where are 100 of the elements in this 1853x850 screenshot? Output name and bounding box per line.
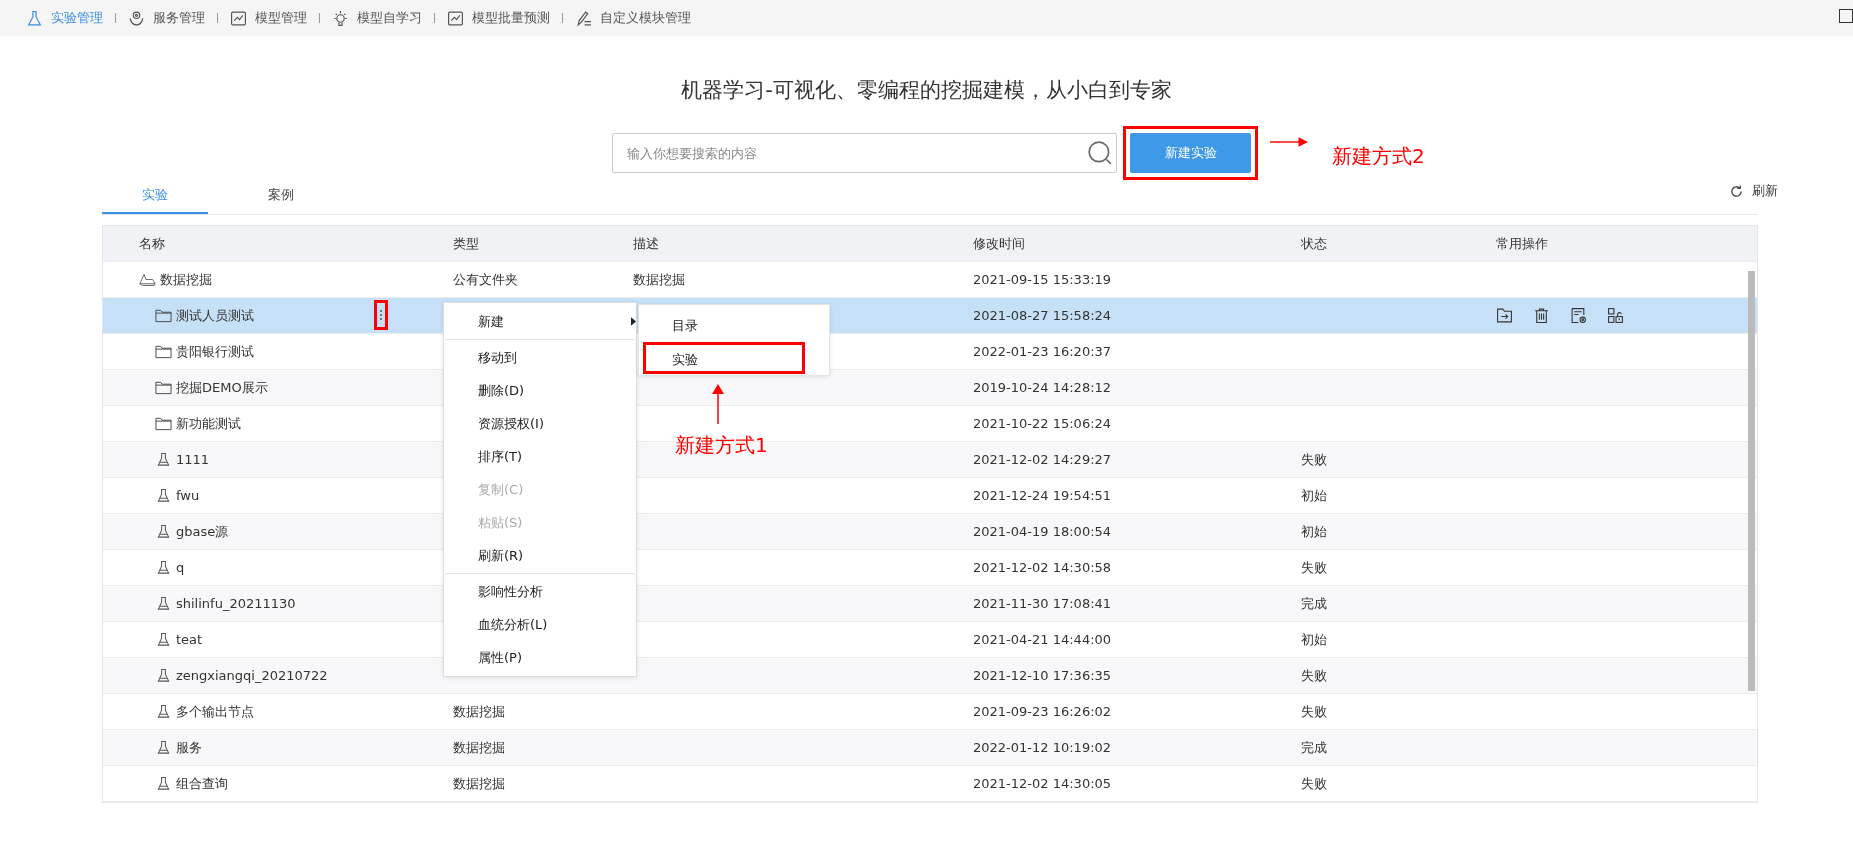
tab[interactable]: 案例 bbox=[228, 182, 334, 214]
status-cell: 初始 bbox=[1301, 523, 1327, 539]
name-cell[interactable]: 1111 bbox=[176, 452, 210, 467]
chart-icon bbox=[447, 9, 464, 27]
name-cell[interactable]: gbase源 bbox=[176, 522, 229, 541]
name-cell[interactable]: 数据挖掘 bbox=[160, 270, 212, 289]
time-cell: 2021-04-21 14:44:00 bbox=[973, 632, 1112, 647]
time-cell: 2021-12-24 19:54:51 bbox=[973, 488, 1112, 503]
flask-icon bbox=[155, 668, 172, 683]
annotation-text: 新建方式1 bbox=[675, 432, 768, 459]
menu-item[interactable]: 刷新(R) bbox=[446, 539, 634, 572]
nav-tab[interactable]: 自定义模块管理 bbox=[569, 9, 697, 27]
bulb-icon bbox=[332, 9, 349, 27]
nav-tab[interactable]: 模型管理 bbox=[224, 9, 313, 27]
column-header: 修改时间 bbox=[973, 234, 1026, 253]
type-cell: 数据挖掘 bbox=[453, 775, 505, 791]
page-headline: 机器学习-可视化、零编程的挖掘建模，从小白到专家 bbox=[680, 77, 1173, 104]
annotation-arrow bbox=[712, 384, 724, 424]
nav-tab[interactable]: 模型批量预测 bbox=[441, 9, 556, 27]
name-cell[interactable]: shilinfu_20211130 bbox=[176, 596, 296, 611]
name-cell[interactable]: teat bbox=[176, 632, 203, 647]
flask-icon bbox=[155, 740, 172, 755]
name-cell[interactable]: 多个输出节点 bbox=[176, 702, 254, 721]
time-cell: 2022-01-23 16:20:37 bbox=[973, 344, 1112, 359]
status-cell: 失败 bbox=[1301, 667, 1327, 683]
time-cell: 2021-10-22 15:06:24 bbox=[973, 416, 1112, 431]
menu-item[interactable]: 新建 bbox=[446, 305, 634, 338]
tab[interactable]: 实验 bbox=[102, 182, 208, 214]
status-cell: 完成 bbox=[1301, 739, 1327, 755]
search-field[interactable]: 输入你想要搜索的内容 bbox=[612, 133, 1117, 173]
column-header: 常用操作 bbox=[1496, 234, 1549, 253]
time-cell: 2021-08-27 15:58:24 bbox=[973, 308, 1112, 323]
type-cell: 数据挖掘 bbox=[453, 703, 505, 719]
name-cell[interactable]: 贵阳银行测试 bbox=[176, 342, 254, 361]
flask-icon bbox=[155, 632, 172, 647]
nav-tab[interactable]: 模型自学习 bbox=[326, 9, 428, 27]
annotation-text: 新建方式2 bbox=[1332, 142, 1425, 170]
move-to-folder-icon[interactable] bbox=[1496, 307, 1513, 324]
flask-icon bbox=[155, 776, 172, 791]
flask-icon bbox=[155, 452, 172, 467]
name-cell[interactable]: 新功能测试 bbox=[176, 414, 241, 433]
column-header: 状态 bbox=[1301, 234, 1328, 253]
annotation-arrow bbox=[1270, 136, 1308, 148]
hand-gear-icon bbox=[128, 9, 145, 27]
time-cell: 2022-01-12 10:19:02 bbox=[973, 740, 1112, 755]
status-cell: 失败 bbox=[1301, 775, 1327, 791]
unlock-icon[interactable] bbox=[1607, 307, 1624, 324]
folder-icon bbox=[155, 380, 172, 395]
flask-icon bbox=[155, 560, 172, 575]
refresh-icon[interactable] bbox=[1729, 183, 1744, 199]
status-cell: 失败 bbox=[1301, 703, 1327, 719]
status-cell: 初始 bbox=[1301, 487, 1327, 503]
submenu-arrow-icon bbox=[631, 317, 636, 326]
time-cell: 2021-09-23 16:26:02 bbox=[973, 704, 1112, 719]
name-cell[interactable]: q bbox=[176, 560, 185, 575]
search-icon[interactable] bbox=[1087, 140, 1113, 166]
status-cell: 失败 bbox=[1301, 559, 1327, 575]
settings-document-icon[interactable] bbox=[1570, 307, 1587, 324]
menu-item[interactable]: 资源授权(I) bbox=[446, 407, 634, 440]
refresh-link[interactable]: 刷新 bbox=[1752, 182, 1778, 200]
menu-item[interactable]: 删除(D) bbox=[446, 374, 634, 407]
trash-icon[interactable] bbox=[1533, 307, 1550, 324]
name-cell[interactable]: 服务 bbox=[176, 738, 202, 757]
flask-icon bbox=[155, 596, 172, 611]
column-header: 描述 bbox=[633, 234, 660, 253]
folder-icon bbox=[155, 308, 172, 323]
name-cell[interactable]: 测试人员测试 bbox=[176, 306, 254, 325]
description-cell: 数据挖掘 bbox=[633, 271, 685, 287]
status-cell: 失败 bbox=[1301, 451, 1327, 467]
vertical-dots-icon bbox=[379, 308, 383, 322]
time-cell: 2021-12-02 14:29:27 bbox=[973, 452, 1112, 467]
folder-icon bbox=[155, 344, 172, 359]
name-cell[interactable]: 挖掘DEMO展示 bbox=[176, 378, 268, 397]
flask-icon bbox=[26, 9, 43, 27]
name-cell[interactable]: 组合查询 bbox=[176, 774, 228, 793]
flask-icon bbox=[155, 488, 172, 503]
column-header: 类型 bbox=[453, 234, 480, 253]
name-cell[interactable]: fwu bbox=[176, 488, 200, 503]
name-cell[interactable]: zengxiangqi_20210722 bbox=[176, 668, 328, 683]
time-cell: 2019-10-24 14:28:12 bbox=[973, 380, 1112, 395]
stacked-layers-icon bbox=[139, 272, 156, 287]
time-cell: 2021-04-19 18:00:54 bbox=[973, 524, 1112, 539]
menu-item[interactable]: 血统分析(L) bbox=[446, 608, 634, 641]
column-header: 名称 bbox=[138, 234, 166, 253]
type-cell: 数据挖掘 bbox=[453, 739, 505, 755]
menu-item[interactable]: 属性(P) bbox=[446, 641, 634, 674]
time-cell: 2021-12-10 17:36:35 bbox=[973, 668, 1112, 683]
menu-item[interactable]: 移动到 bbox=[446, 341, 634, 374]
menu-item[interactable]: 影响性分析 bbox=[446, 575, 634, 608]
more-options-button[interactable] bbox=[374, 300, 388, 330]
type-cell: 公有文件夹 bbox=[453, 271, 518, 287]
time-cell: 2021-09-15 15:33:19 bbox=[973, 272, 1112, 287]
nav-tab[interactable]: 服务管理 bbox=[122, 9, 211, 27]
status-cell: 初始 bbox=[1301, 631, 1327, 647]
menu-item[interactable]: 排序(T) bbox=[446, 440, 634, 473]
chart-icon bbox=[230, 9, 247, 27]
window-square-icon[interactable] bbox=[1839, 9, 1853, 23]
menu-item[interactable]: 目录 bbox=[643, 308, 805, 340]
menu-item[interactable]: 实验 bbox=[643, 342, 805, 374]
folder-icon bbox=[155, 416, 172, 431]
